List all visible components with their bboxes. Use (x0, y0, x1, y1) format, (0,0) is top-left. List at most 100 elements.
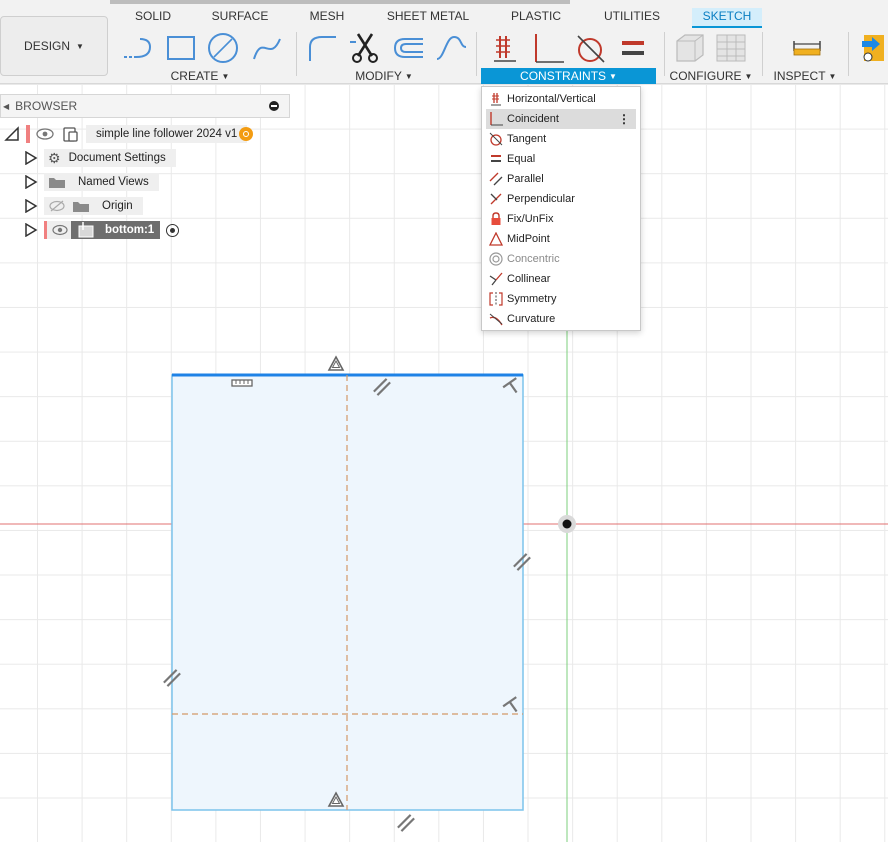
concentric-icon (486, 251, 506, 267)
sketch-scale-tool-button[interactable] (432, 28, 470, 68)
browser-item-sketch-bottom[interactable]: bottom:1 (24, 220, 180, 240)
tab-mesh[interactable]: MESH (304, 8, 350, 28)
sketch-icon (78, 222, 94, 238)
eye-icon[interactable] (51, 222, 69, 238)
configure-menu-button[interactable]: CONFIGURE ▼ (668, 68, 754, 84)
browser-title: BROWSER (15, 99, 78, 113)
more-options-icon[interactable]: ⋮ (618, 112, 630, 126)
spline-icon (253, 38, 281, 60)
box-icon (676, 34, 704, 62)
browser-panel-header[interactable]: ◀ BROWSER (0, 94, 290, 118)
expand-triangle-icon[interactable] (24, 175, 38, 189)
collapse-triangle-icon[interactable] (4, 126, 20, 142)
origin-point[interactable] (562, 519, 572, 529)
menu-item-concentric[interactable]: Concentric (486, 249, 636, 269)
coincident-tool-button[interactable] (530, 28, 568, 68)
circle-tool-button[interactable] (204, 28, 242, 68)
eye-icon[interactable] (34, 125, 56, 143)
rectangle-icon (167, 36, 195, 60)
menu-item-tangent[interactable]: Tangent (486, 129, 636, 149)
menu-item-collinear[interactable]: Collinear (486, 269, 636, 289)
workspace-label: DESIGN (24, 39, 71, 53)
menu-item-parallel[interactable]: Parallel (486, 169, 636, 189)
group-separator (762, 32, 763, 76)
design-name[interactable]: simple line follower 2024 v1 (86, 125, 248, 143)
minus-circle-icon[interactable] (269, 101, 279, 111)
menu-item-midpoint[interactable]: MidPoint (486, 229, 636, 249)
constraints-menu-button[interactable]: CONSTRAINTS ▼ (481, 68, 656, 84)
spline-tool-button[interactable] (248, 28, 286, 68)
measure-icon (793, 41, 821, 56)
modify-menu-button[interactable]: MODIFY ▼ (334, 68, 434, 84)
browser-root-item[interactable]: simple line follower 2024 v1 (4, 124, 254, 144)
browser-item-origin[interactable]: Origin (24, 196, 143, 216)
menu-item-symmetry[interactable]: Symmetry (486, 289, 636, 309)
midpoint-icon (486, 231, 506, 247)
browser-item-label: Document Settings (68, 152, 166, 164)
chevron-down-icon: ▼ (76, 41, 84, 51)
line-icon (124, 38, 152, 58)
tangent-tool-button[interactable] (572, 28, 610, 68)
parallel-icon[interactable] (397, 814, 415, 832)
table-tool-button[interactable] (712, 28, 750, 68)
offset-tool-button[interactable] (390, 28, 428, 68)
lock-icon (486, 211, 506, 227)
horizontal-vertical-icon (486, 91, 506, 107)
activate-indicator-icon[interactable] (239, 127, 254, 141)
scissors-icon (350, 33, 378, 63)
workspace-switcher-button[interactable]: DESIGN ▼ (0, 16, 108, 76)
equal-tool-button[interactable] (614, 28, 652, 68)
trim-tool-button[interactable] (346, 28, 384, 68)
menu-item-horizontal-vertical[interactable]: Horizontal/Vertical (486, 89, 636, 109)
expand-triangle-icon[interactable] (24, 199, 38, 213)
tangent-icon (577, 35, 605, 63)
create-menu-button[interactable]: CREATE ▼ (150, 68, 250, 84)
curvature-icon (486, 311, 506, 327)
browser-item-named-views[interactable]: Named Views (24, 172, 159, 192)
menu-item-equal[interactable]: Equal (486, 149, 636, 169)
configure-tool-button[interactable] (670, 28, 708, 68)
menu-item-coincident[interactable]: Coincident ⋮ (486, 109, 636, 129)
coincident-icon (535, 34, 564, 63)
group-separator (848, 32, 849, 76)
curve-icon (436, 35, 467, 60)
line-tool-button[interactable] (118, 28, 156, 68)
menu-item-curvature[interactable]: Curvature (486, 309, 636, 329)
browser-item-document-settings[interactable]: ⚙ Document Settings (24, 148, 176, 168)
folder-icon (73, 202, 89, 212)
menu-item-fix-unfix[interactable]: Fix/UnFix (486, 209, 636, 229)
insert-tool-button[interactable] (858, 28, 888, 68)
midpoint-icon[interactable] (327, 355, 345, 371)
inspect-menu-button[interactable]: INSPECT ▼ (772, 68, 838, 84)
circle-icon (208, 33, 238, 63)
horizontal-vertical-icon (494, 36, 516, 62)
coincident-icon (486, 111, 506, 127)
equal-icon (622, 41, 644, 55)
measure-tool-button[interactable] (788, 28, 826, 68)
eye-hidden-icon[interactable] (48, 199, 66, 213)
activate-radio-icon[interactable] (166, 223, 180, 237)
tab-surface[interactable]: SURFACE (206, 8, 274, 28)
insert-icon (862, 35, 884, 62)
expand-triangle-icon[interactable] (24, 151, 38, 165)
horizontal-constraint-icon[interactable] (231, 379, 253, 387)
fillet-tool-button[interactable] (302, 28, 340, 68)
horizontal-vertical-tool-button[interactable] (486, 28, 524, 68)
tab-solid[interactable]: SOLID (128, 8, 178, 28)
active-marker (26, 125, 30, 143)
expand-triangle-icon[interactable] (24, 223, 38, 237)
menu-item-perpendicular[interactable]: Perpendicular (486, 189, 636, 209)
collapse-arrow-icon[interactable]: ◀ (3, 102, 9, 111)
tab-utilities[interactable]: UTILITIES (598, 8, 666, 28)
browser-item-label: bottom:1 (105, 224, 155, 236)
parallel-icon (486, 171, 506, 187)
tab-plastic[interactable]: PLASTIC (506, 8, 566, 28)
tab-sheet-metal[interactable]: SHEET METAL (382, 8, 474, 28)
offset-icon (393, 38, 423, 58)
tab-sketch[interactable]: SKETCH (692, 8, 762, 28)
folder-icon (49, 178, 65, 188)
group-separator (476, 32, 477, 76)
table-icon (716, 34, 746, 62)
symmetry-icon (486, 291, 506, 307)
rectangle-tool-button[interactable] (162, 28, 200, 68)
